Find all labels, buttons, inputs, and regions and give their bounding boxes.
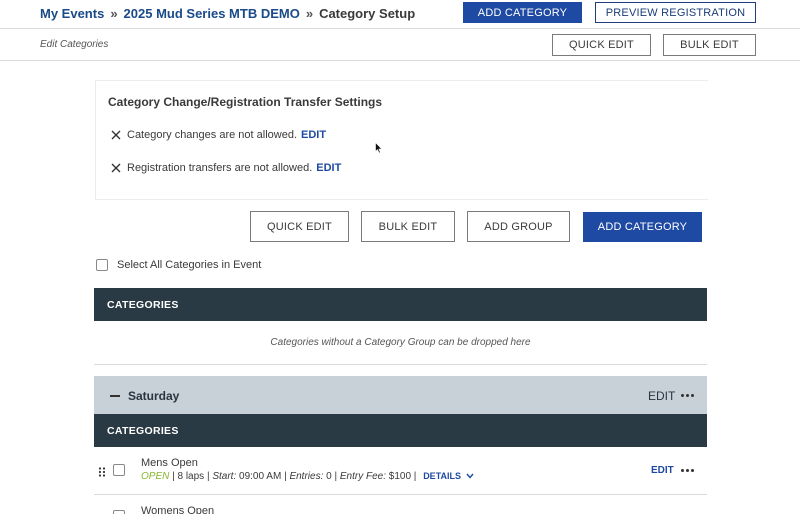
select-all-categories[interactable]: Select All Categories in Event xyxy=(96,259,261,271)
category-start: 09:00 AM xyxy=(239,471,282,482)
status-badge: OPEN xyxy=(141,471,170,482)
top-quick-edit-button[interactable]: QUICK EDIT xyxy=(552,34,651,56)
page-subtitle: Edit Categories xyxy=(40,39,109,50)
collapse-icon[interactable] xyxy=(110,395,120,397)
category-fee: $100 xyxy=(388,471,412,482)
category-name: Womens Open xyxy=(141,505,215,514)
add-group-button[interactable]: ADD GROUP xyxy=(467,211,570,242)
setting-text: Registration transfers are not allowed. xyxy=(127,162,313,174)
top-bar: My Events » 2025 Mud Series MTB DEMO » Categ… xyxy=(0,0,800,29)
category-more-icon[interactable] xyxy=(681,469,694,472)
category-meta: OPEN | 8 laps | Start: 09:00 AM | Entrie… xyxy=(141,471,474,482)
breadcrumb: My Events » 2025 Mud Series MTB DEMO » Categ… xyxy=(40,6,415,21)
details-label: DETAILS xyxy=(423,471,462,481)
sub-header: Edit Categories QUICK EDIT BULK EDIT xyxy=(0,29,800,61)
details-toggle[interactable]: DETAILS xyxy=(423,471,474,481)
category-edit-link[interactable]: EDIT xyxy=(651,465,674,476)
breadcrumb-separator: » xyxy=(110,6,118,21)
category-row: Womens Open xyxy=(94,496,707,514)
chevron-down-icon xyxy=(466,473,474,479)
group-more-icon[interactable] xyxy=(681,394,694,397)
settings-title: Category Change/Registration Transfer Se… xyxy=(108,95,383,109)
breadcrumb-my-events[interactable]: My Events xyxy=(40,6,104,21)
entry-fee-label: Entry Fee: xyxy=(339,471,386,482)
category-laps: 8 laps xyxy=(177,471,205,482)
category-checkbox[interactable] xyxy=(113,464,125,476)
top-bulk-edit-button[interactable]: BULK EDIT xyxy=(663,34,756,56)
bulk-edit-button[interactable]: BULK EDIT xyxy=(361,211,455,242)
quick-edit-button[interactable]: QUICK EDIT xyxy=(250,211,349,242)
registration-transfer-edit-link[interactable]: EDIT xyxy=(316,162,341,174)
close-icon xyxy=(111,130,121,140)
add-category-button[interactable]: ADD CATEGORY xyxy=(583,212,702,242)
setting-text: Category changes are not allowed. xyxy=(127,129,297,141)
transfer-settings-panel: Category Change/Registration Transfer Se… xyxy=(95,80,708,200)
mouse-cursor-icon xyxy=(375,142,383,154)
category-entries: 0 xyxy=(326,471,332,482)
category-change-edit-link[interactable]: EDIT xyxy=(301,129,326,141)
breadcrumb-current: Category Setup xyxy=(319,6,416,21)
start-label: Start: xyxy=(212,471,237,482)
select-all-checkbox[interactable] xyxy=(96,259,108,271)
preview-registration-button[interactable]: PREVIEW REGISTRATION xyxy=(595,2,756,23)
header-add-category-button[interactable]: ADD CATEGORY xyxy=(463,2,582,23)
ungrouped-categories-header: CATEGORIES xyxy=(94,288,707,321)
registration-transfer-setting: Registration transfers are not allowed. … xyxy=(110,162,341,174)
category-name: Mens Open xyxy=(141,457,198,469)
category-row: Mens Open OPEN | 8 laps | Start: 09:00 A… xyxy=(94,447,707,495)
breadcrumb-separator: » xyxy=(305,6,314,21)
breadcrumb-event[interactable]: 2025 Mud Series MTB DEMO xyxy=(124,6,300,21)
ungrouped-dropzone[interactable]: Categories without a Category Group can … xyxy=(94,321,707,365)
category-group-header: Saturday EDIT xyxy=(94,376,707,414)
group-edit-link[interactable]: EDIT xyxy=(648,389,675,403)
close-icon xyxy=(111,163,121,173)
group-name: Saturday xyxy=(128,389,180,403)
group-categories-header: CATEGORIES xyxy=(94,414,707,447)
category-checkbox[interactable] xyxy=(113,510,125,514)
drag-handle-icon[interactable] xyxy=(98,467,106,477)
select-all-label: Select All Categories in Event xyxy=(117,259,262,271)
category-change-setting: Category changes are not allowed. EDIT xyxy=(110,129,326,141)
entries-label: Entries: xyxy=(289,471,324,482)
